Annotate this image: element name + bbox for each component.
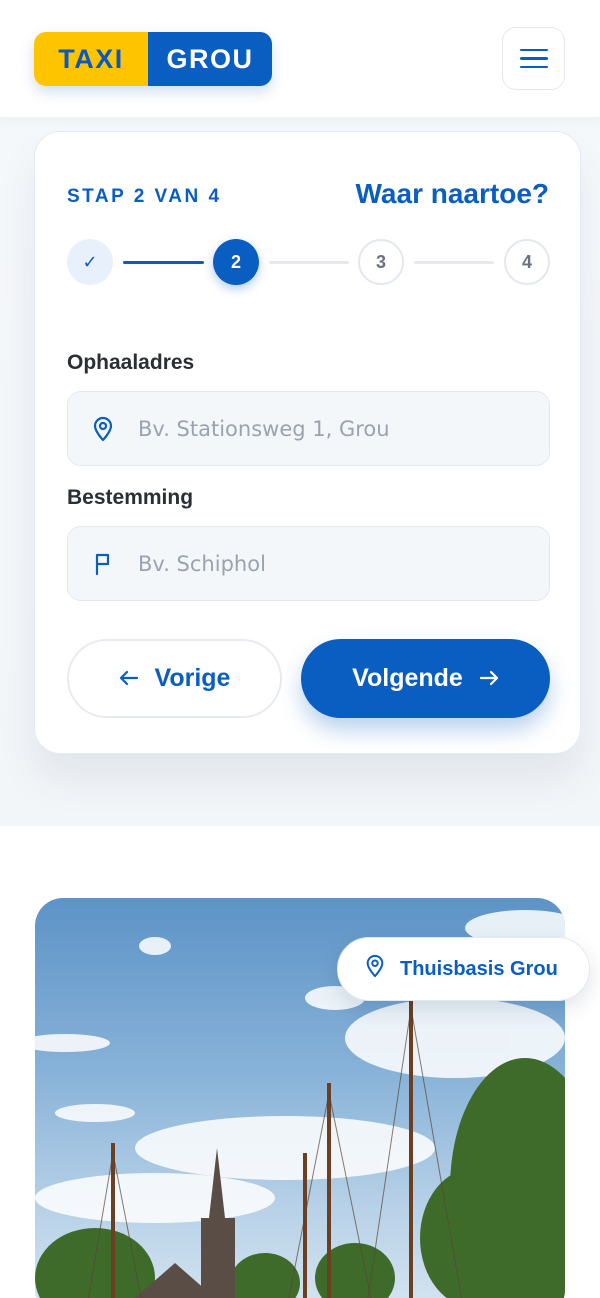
next-button[interactable]: Volgende [301,639,550,718]
progress-line-3 [414,261,494,264]
previous-button[interactable]: Vorige [67,639,282,718]
pickup-field[interactable] [67,391,550,466]
menu-button[interactable] [502,27,565,90]
arrow-right-icon [479,664,499,693]
hamburger-icon-line [519,65,548,69]
taxi-grou-logo[interactable]: TAXI GROU [34,32,272,86]
hamburger-icon-line [519,57,548,60]
arrow-left-icon [119,664,139,693]
step-title: Waar naartoe? [355,178,549,209]
step-2-active: 2 [213,239,259,285]
home-base-badge: Thuisbasis Grou [337,937,590,1001]
next-button-label: Volgende [352,664,463,692]
logo-part-taxi: TAXI [34,32,148,86]
destination-input[interactable] [138,551,528,576]
step-1-done: ✓ [67,239,113,285]
step-4: 4 [504,239,550,285]
destination-field[interactable] [67,526,550,601]
progress-line-2 [269,261,349,264]
progress-stepper: ✓ 2 3 4 [67,239,550,286]
pickup-label: Ophaaladres [67,351,195,374]
step-3: 3 [358,239,404,285]
hamburger-icon-line [519,48,548,52]
site-header: TAXI GROU [0,0,600,118]
step-indicator: STAP 2 VAN 4 [67,186,222,207]
previous-button-label: Vorige [154,664,231,692]
progress-line-1 [123,261,204,264]
home-base-badge-label: Thuisbasis Grou [400,957,558,980]
logo-part-grou: GROU [148,32,272,86]
flag-icon [68,552,138,576]
booking-card: STAP 2 VAN 4 Waar naartoe? ✓ 2 3 4 Ophaa… [34,131,581,754]
pickup-input[interactable] [138,416,528,441]
destination-label: Bestemming [67,486,194,509]
location-pin-icon [68,416,138,442]
location-pin-icon [364,954,386,984]
